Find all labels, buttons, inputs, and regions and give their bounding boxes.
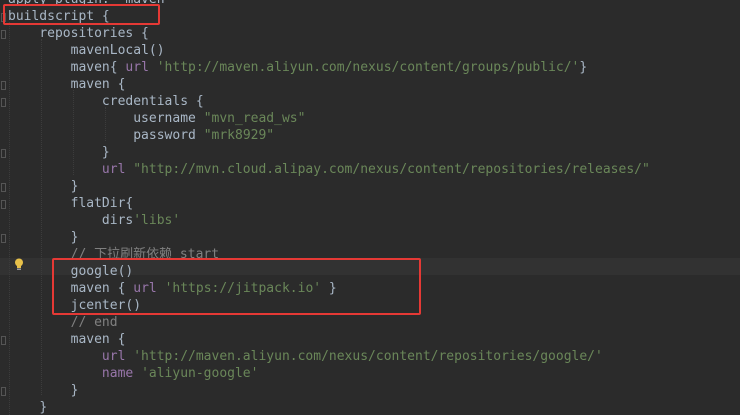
code-token: repositories { [39, 26, 149, 41]
code-token: maven { [70, 332, 126, 347]
code-token: } [70, 179, 79, 194]
code-line[interactable]: } [8, 382, 79, 399]
code-token: dirs [101, 213, 134, 228]
fold-marker[interactable] [1, 234, 6, 243]
code-token: 'aliyun-google' [141, 366, 259, 381]
code-token: 'http://maven.aliyun.com/nexus/content/g… [156, 60, 580, 75]
code-token: maven { [70, 281, 134, 296]
code-token: url [101, 349, 126, 364]
code-token: 'libs' [133, 213, 181, 228]
code-token: } [70, 383, 79, 398]
code-token: } [321, 281, 337, 296]
code-token: maven{ [70, 60, 126, 75]
fold-marker[interactable] [1, 81, 6, 90]
code-token: } [70, 230, 79, 245]
code-token: // 下拉刷新依赖 start [70, 247, 220, 262]
lightbulb-icon[interactable] [14, 258, 24, 271]
code-line[interactable]: } [8, 399, 47, 415]
fold-marker[interactable] [1, 336, 6, 345]
code-line[interactable]: } [8, 178, 79, 195]
code-token: "mvn_read_ws" [203, 111, 306, 126]
code-line[interactable]: maven { url 'https://jitpack.io' } [8, 280, 337, 297]
fold-marker[interactable] [1, 149, 6, 158]
fold-marker[interactable] [1, 13, 6, 22]
code-token: // end [70, 315, 118, 330]
code-token: url [101, 162, 126, 177]
code-token: username [133, 111, 204, 126]
code-line[interactable]: url 'http://maven.aliyun.com/nexus/conte… [8, 348, 603, 365]
code-line[interactable]: username "mvn_read_ws" [8, 110, 305, 127]
code-line[interactable]: flatDir{ [8, 195, 134, 212]
code-token: maven { [70, 77, 126, 92]
code-editor[interactable]: apply plugin: 'maven' buildscript { repos… [0, 0, 740, 415]
code-token: "http://mvn.cloud.alipay.com/nexus/conte… [133, 162, 650, 177]
fold-marker[interactable] [1, 183, 6, 192]
code-line[interactable]: } [8, 229, 79, 246]
code-token: credentials { [101, 94, 204, 109]
code-token: 'https://jitpack.io' [164, 281, 322, 296]
code-token: } [579, 60, 588, 75]
code-line[interactable]: maven{ url 'http://maven.aliyun.com/nexu… [8, 59, 588, 76]
fold-marker[interactable] [1, 200, 6, 209]
code-line[interactable]: name 'aliyun-google' [8, 365, 259, 382]
code-token: flatDir{ [70, 196, 134, 211]
code-line[interactable]: dirs'libs' [8, 212, 180, 229]
fold-marker[interactable] [1, 98, 6, 107]
code-token: apply plugin: 'maven' [8, 0, 172, 7]
code-token: name [101, 366, 134, 381]
code-line[interactable]: buildscript { [8, 8, 110, 25]
fold-marker[interactable] [1, 30, 6, 39]
code-token: } [101, 145, 110, 160]
code-token: } [39, 400, 48, 415]
code-line[interactable]: google() [8, 263, 134, 280]
code-token: 'http://maven.aliyun.com/nexus/content/r… [133, 349, 603, 364]
code-token: jcenter() [70, 298, 142, 313]
code-line[interactable]: } [8, 144, 110, 161]
code-line[interactable]: mavenLocal() [8, 42, 165, 59]
code-line[interactable]: apply plugin: 'maven' [8, 0, 172, 8]
code-token: buildscript { [8, 9, 110, 24]
code-token: url [133, 281, 157, 296]
code-line[interactable]: url "http://mvn.cloud.alipay.com/nexus/c… [8, 161, 650, 178]
code-line[interactable]: maven { [8, 76, 126, 93]
code-line[interactable]: jcenter() [8, 297, 141, 314]
code-line[interactable]: repositories { [8, 25, 149, 42]
fold-marker[interactable] [1, 387, 6, 396]
code-line[interactable]: // end [8, 314, 118, 331]
code-line[interactable]: // 下拉刷新依赖 start [8, 246, 219, 263]
code-line[interactable]: password "mrk8929" [8, 127, 274, 144]
code-token: password [133, 128, 204, 143]
code-token: "mrk8929" [203, 128, 275, 143]
code-token: mavenLocal() [70, 43, 165, 58]
code-token: google() [70, 264, 134, 279]
code-line[interactable]: maven { [8, 331, 126, 348]
code-token: url [125, 60, 149, 75]
code-line[interactable]: credentials { [8, 93, 204, 110]
